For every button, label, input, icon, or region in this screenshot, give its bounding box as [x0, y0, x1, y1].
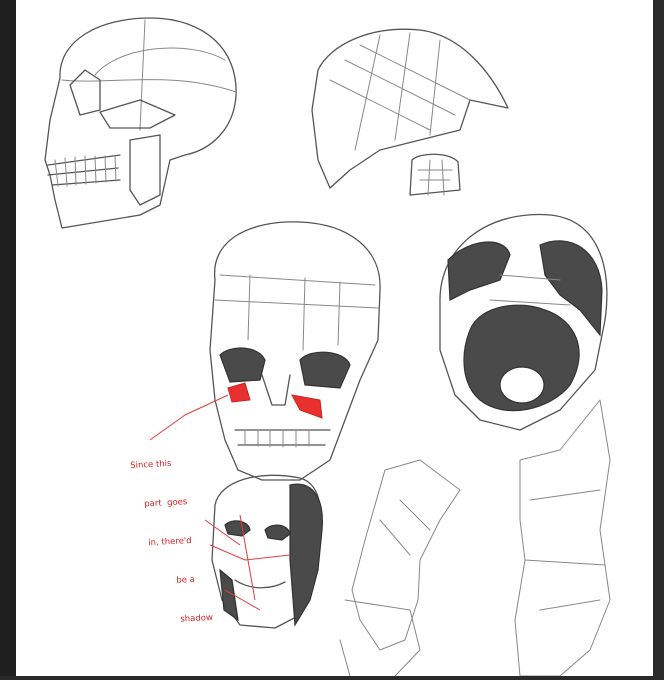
annotation-note: Since this part goes in, there'd be a sh…	[129, 430, 214, 642]
skull-profile-sketch	[44, 17, 237, 229]
canvas-right-edge	[653, 0, 664, 680]
skull-top-sketch	[311, 28, 509, 196]
skull-shaded-sketch	[439, 213, 608, 431]
annotation-line: be a	[176, 574, 196, 586]
canvas-left-edge	[0, 0, 16, 680]
sketch-canvas	[44, 17, 611, 676]
annotation-line: Since this	[130, 458, 172, 472]
annotation-line: part goes	[144, 497, 188, 510]
annotation-line: in, there'd	[148, 535, 192, 549]
canvas-bottom-edge	[0, 676, 664, 680]
arm-sketch-left	[339, 459, 461, 676]
face-shaded-sketch	[204, 474, 323, 629]
annotation-line: shadow	[180, 612, 214, 625]
arm-sketch-right	[514, 399, 611, 676]
